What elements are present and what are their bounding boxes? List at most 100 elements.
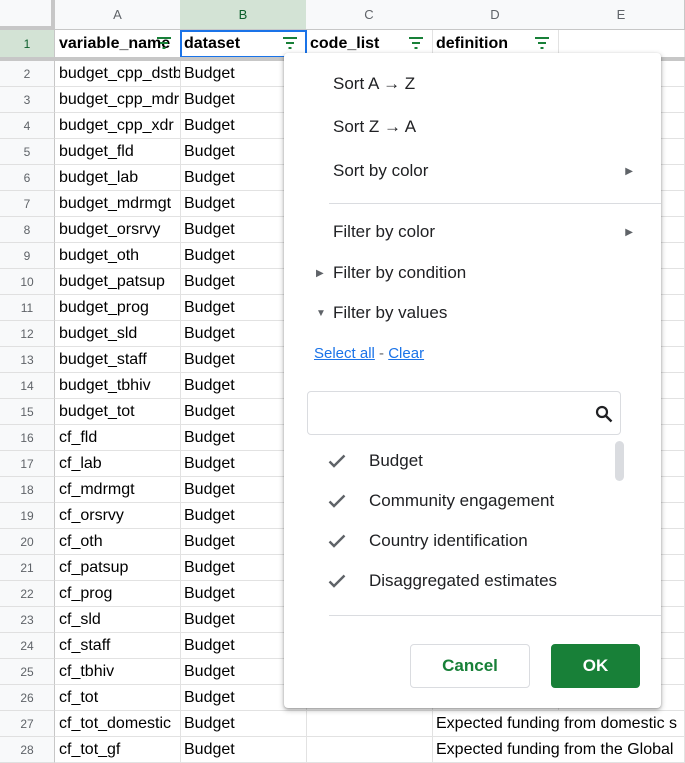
table-cell[interactable]: budget_cpp_xdr: [55, 113, 181, 139]
select-all-link[interactable]: Select all: [314, 345, 375, 362]
check-icon[interactable]: [328, 454, 346, 468]
filter-by-condition-item[interactable]: Filter by condition: [333, 263, 466, 283]
table-cell[interactable]: budget_fld: [55, 139, 181, 165]
table-cell[interactable]: cf_mdrmgt: [55, 477, 181, 503]
filter-icon[interactable]: [534, 37, 550, 49]
check-icon[interactable]: [328, 574, 346, 588]
row-header[interactable]: 10: [0, 269, 55, 295]
table-cell[interactable]: Expected funding from the Global: [432, 737, 673, 763]
filter-by-color-item[interactable]: Filter by color ▶: [333, 222, 653, 242]
value-option-label: Community engagement: [369, 491, 555, 510]
table-cell[interactable]: cf_patsup: [55, 555, 181, 581]
row-header[interactable]: 9: [0, 243, 55, 269]
row-header[interactable]: 5: [0, 139, 55, 165]
values-search-box[interactable]: [307, 391, 621, 435]
table-cell[interactable]: Budget: [180, 711, 307, 737]
row-header[interactable]: 14: [0, 373, 55, 399]
row-header[interactable]: 21: [0, 555, 55, 581]
ok-button[interactable]: OK: [551, 644, 640, 688]
row-header[interactable]: 24: [0, 633, 55, 659]
check-icon[interactable]: [328, 494, 346, 508]
row-header[interactable]: 22: [0, 581, 55, 607]
column-header-b[interactable]: B: [180, 0, 307, 30]
table-cell[interactable]: cf_tbhiv: [55, 659, 181, 685]
row-header[interactable]: 4: [0, 113, 55, 139]
row-header[interactable]: 7: [0, 191, 55, 217]
table-cell[interactable]: [306, 737, 433, 763]
filter-icon[interactable]: [408, 37, 424, 49]
column-header-d[interactable]: D: [432, 0, 559, 30]
row-header[interactable]: 3: [0, 87, 55, 113]
table-cell[interactable]: Budget: [180, 737, 307, 763]
expand-down-icon[interactable]: ▼: [316, 308, 326, 319]
row-header[interactable]: 16: [0, 425, 55, 451]
row-header[interactable]: 15: [0, 399, 55, 425]
column-header-c[interactable]: C: [306, 0, 433, 30]
table-cell[interactable]: cf_tot_domestic: [55, 711, 181, 737]
sort-by-color-item[interactable]: Sort by color ▶: [333, 161, 653, 181]
expand-right-icon[interactable]: ▶: [316, 268, 324, 279]
row-header[interactable]: 20: [0, 529, 55, 555]
table-cell[interactable]: budget_sld: [55, 321, 181, 347]
table-cell[interactable]: budget_patsup: [55, 269, 181, 295]
row-header[interactable]: 13: [0, 347, 55, 373]
sort-a-z-item[interactable]: Sort A → Z: [333, 74, 415, 94]
cancel-button[interactable]: Cancel: [410, 644, 530, 688]
table-cell[interactable]: budget_tot: [55, 399, 181, 425]
submenu-arrow-icon: ▶: [625, 166, 633, 177]
select-all-corner[interactable]: [0, 0, 55, 30]
row-header[interactable]: 8: [0, 217, 55, 243]
filter-menu: Sort A → Z Sort Z → A Sort by color ▶ Fi…: [284, 53, 661, 708]
row-header[interactable]: 6: [0, 165, 55, 191]
table-cell[interactable]: budget_cpp_dstb: [55, 61, 181, 87]
row-header[interactable]: 26: [0, 685, 55, 711]
values-search-input[interactable]: [316, 402, 590, 421]
column-header-a[interactable]: A: [55, 0, 181, 30]
values-list-scrollbar[interactable]: [615, 441, 624, 481]
table-cell[interactable]: budget_tbhiv: [55, 373, 181, 399]
table-cell[interactable]: cf_oth: [55, 529, 181, 555]
table-cell[interactable]: cf_prog: [55, 581, 181, 607]
clear-link[interactable]: Clear: [388, 345, 424, 362]
table-cell[interactable]: budget_cpp_mdr: [55, 87, 181, 113]
search-icon[interactable]: [595, 405, 613, 423]
row-header[interactable]: 2: [0, 61, 55, 87]
table-cell[interactable]: cf_tot_gf: [55, 737, 181, 763]
table-cell[interactable]: budget_prog: [55, 295, 181, 321]
check-icon[interactable]: [328, 534, 346, 548]
table-cell[interactable]: cf_tot: [55, 685, 181, 711]
table-cell[interactable]: cf_staff: [55, 633, 181, 659]
table-cell[interactable]: cf_orsrvy: [55, 503, 181, 529]
column-header-e[interactable]: E: [558, 0, 685, 30]
row-header[interactable]: 19: [0, 503, 55, 529]
header-cell-label: definition: [436, 35, 508, 52]
header-cell-variable-name[interactable]: variable_name: [55, 30, 181, 58]
table-cell[interactable]: Expected funding from domestic s: [432, 711, 677, 737]
filter-icon[interactable]: [282, 37, 298, 49]
table-cell[interactable]: budget_lab: [55, 165, 181, 191]
header-cell-label: variable_name: [59, 35, 171, 52]
row-header[interactable]: 1: [0, 30, 55, 58]
table-cell[interactable]: budget_staff: [55, 347, 181, 373]
row-header[interactable]: 25: [0, 659, 55, 685]
header-cell-label: code_list: [310, 35, 380, 52]
table-cell[interactable]: cf_fld: [55, 425, 181, 451]
link-separator: -: [374, 345, 389, 362]
filter-by-values-item[interactable]: Filter by values: [333, 303, 447, 323]
row-header[interactable]: 23: [0, 607, 55, 633]
row-header[interactable]: 12: [0, 321, 55, 347]
row-header[interactable]: 28: [0, 737, 55, 763]
row-header[interactable]: 27: [0, 711, 55, 737]
filter-icon[interactable]: [156, 37, 172, 49]
table-cell[interactable]: [306, 711, 433, 737]
sort-z-a-item[interactable]: Sort Z → A: [333, 117, 416, 137]
row-header[interactable]: 17: [0, 451, 55, 477]
table-cell[interactable]: budget_mdrmgt: [55, 191, 181, 217]
values-list[interactable]: Budget Community engagement Country identi…: [284, 441, 661, 611]
table-cell[interactable]: cf_lab: [55, 451, 181, 477]
row-header[interactable]: 11: [0, 295, 55, 321]
row-header[interactable]: 18: [0, 477, 55, 503]
table-cell[interactable]: budget_orsrvy: [55, 217, 181, 243]
table-cell[interactable]: cf_sld: [55, 607, 181, 633]
table-cell[interactable]: budget_oth: [55, 243, 181, 269]
